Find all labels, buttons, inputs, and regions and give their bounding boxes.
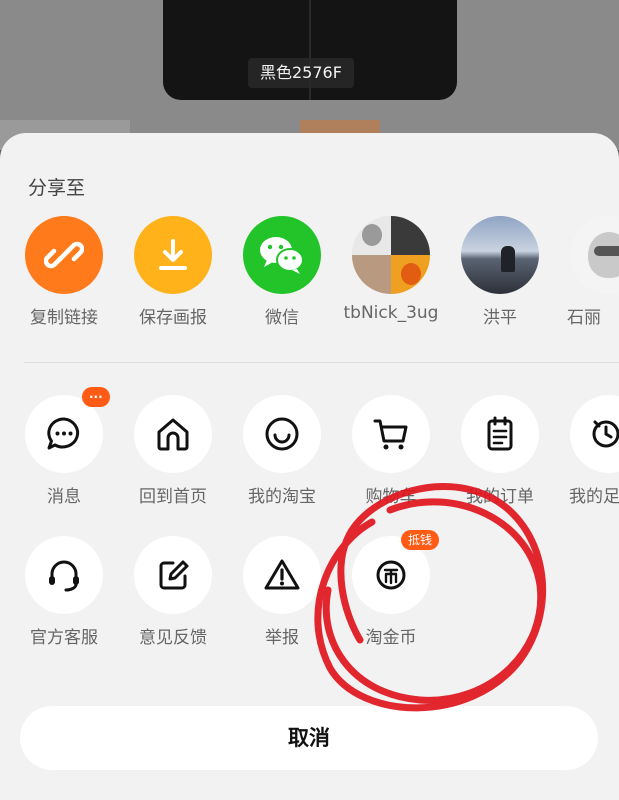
action-label: 消息 [47, 487, 81, 507]
action-cart[interactable]: 购物车 [351, 395, 431, 507]
link-icon [25, 216, 103, 294]
share-contact-shili[interactable]: 石丽 [567, 216, 619, 328]
share-label: 微信 [265, 308, 299, 328]
share-label: 复制链接 [30, 308, 98, 328]
action-home[interactable]: 回到首页 [133, 395, 213, 507]
action-report[interactable]: 举报 [242, 536, 322, 648]
sheet-title: 分享至 [28, 177, 86, 199]
share-copy-link[interactable]: 复制链接 [24, 216, 104, 328]
wechat-icon [243, 216, 321, 294]
avatar-cartoon [570, 216, 619, 294]
action-taojinbi[interactable]: 淘金币 抵钱 [351, 530, 440, 648]
warning-icon [243, 536, 321, 614]
cancel-button[interactable]: 取消 [20, 706, 598, 770]
action-label: 举报 [265, 628, 299, 648]
headset-icon [25, 536, 103, 614]
share-contact-tbnick[interactable]: tbNick_3ug [344, 216, 438, 323]
avatar-photo [461, 216, 539, 294]
cart-icon [352, 395, 430, 473]
action-my-orders[interactable]: 我的订单 [460, 395, 540, 507]
share-label: 洪平 [483, 308, 517, 328]
share-label: 石丽 [567, 308, 601, 328]
download-icon [134, 216, 212, 294]
action-footprints[interactable]: 我的足迹 [569, 395, 619, 507]
action-my-taobao[interactable]: 我的淘宝 [242, 395, 322, 507]
action-label: 意见反馈 [139, 628, 207, 648]
action-label: 官方客服 [30, 628, 98, 648]
coin-badge: 抵钱 [401, 530, 440, 550]
share-contact-hongping[interactable]: 洪平 [460, 216, 540, 328]
action-label: 回到首页 [139, 487, 207, 507]
share-sheet: 分享至 复制链接 保存画报 微信 tbNick_3ug 洪平 石丽 消息 ···… [0, 133, 619, 800]
action-messages[interactable]: 消息 ··· [24, 387, 110, 507]
action-label: 我的淘宝 [248, 487, 316, 507]
avatar-collage [352, 216, 430, 294]
edit-icon [134, 536, 212, 614]
home-icon [134, 395, 212, 473]
action-label: 我的足迹 [569, 487, 619, 507]
action-label: 我的订单 [466, 487, 534, 507]
share-save-poster[interactable]: 保存画报 [133, 216, 213, 328]
action-label: 淘金币 [365, 628, 417, 648]
action-label: 购物车 [365, 487, 417, 507]
divider [24, 362, 619, 363]
action-feedback[interactable]: 意见反馈 [133, 536, 213, 648]
share-label: 保存画报 [139, 308, 207, 328]
footprint-icon [570, 395, 619, 473]
message-badge: ··· [82, 387, 110, 407]
order-icon [461, 395, 539, 473]
color-tag: 黑色2576F [248, 58, 354, 88]
share-wechat[interactable]: 微信 [242, 216, 322, 328]
share-label: tbNick_3ug [343, 303, 439, 323]
smile-icon [243, 395, 321, 473]
product-backdrop: 黑色2576F [0, 0, 619, 150]
action-customer-service[interactable]: 官方客服 [24, 536, 104, 648]
